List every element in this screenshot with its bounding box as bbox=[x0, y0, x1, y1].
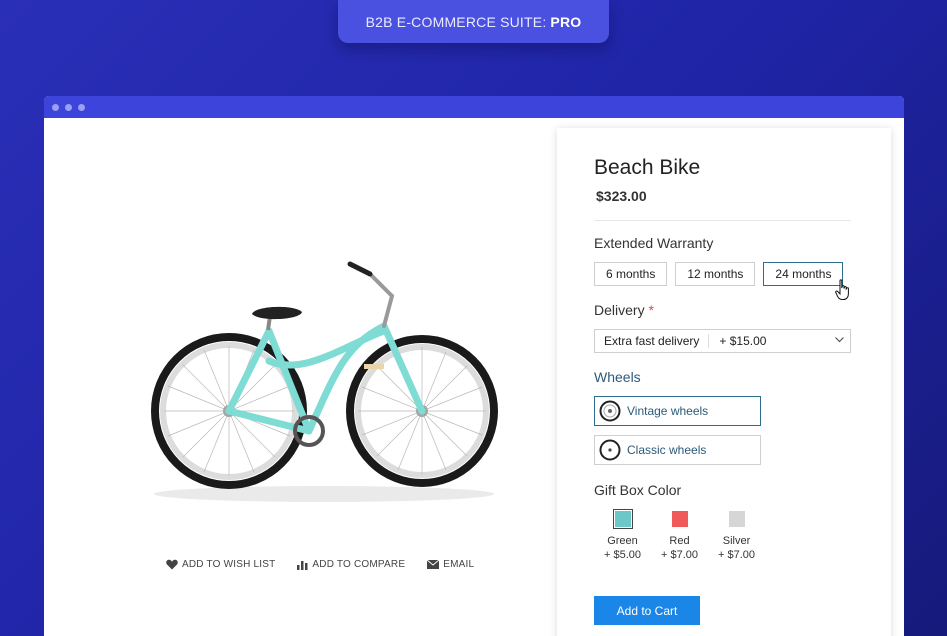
color-option-green[interactable]: Green + $5.00 bbox=[594, 509, 651, 561]
swatch-frame bbox=[727, 509, 747, 529]
wheel-option-classic-label: Classic wheels bbox=[627, 443, 707, 457]
wheel-option-classic[interactable]: Classic wheels bbox=[594, 435, 761, 465]
bike-illustration bbox=[151, 261, 498, 502]
bar-chart-icon bbox=[297, 560, 308, 570]
color-fee: + $7.00 bbox=[660, 549, 698, 561]
delivery-selected-option: Extra fast delivery bbox=[595, 334, 710, 348]
required-mark: * bbox=[648, 302, 654, 318]
product-price: $323.00 bbox=[596, 188, 647, 204]
product-options-panel: Beach Bike $323.00 Extended Warranty 6 m… bbox=[557, 128, 891, 636]
delivery-selected-fee: + $15.00 bbox=[719, 334, 767, 348]
window-titlebar bbox=[44, 96, 904, 118]
color-swatch-red bbox=[671, 511, 688, 527]
heart-icon bbox=[166, 559, 178, 570]
warranty-option-24-months[interactable]: 24 months bbox=[763, 262, 844, 286]
window-dot-icon bbox=[65, 103, 72, 111]
wheel-option-vintage-label: Vintage wheels bbox=[627, 404, 709, 418]
product-actions: ADD TO WISH LIST ADD TO COMPARE EMAIL bbox=[166, 559, 474, 570]
classic-wheel-icon bbox=[599, 439, 621, 461]
color-swatch-green bbox=[614, 511, 631, 527]
color-option-red[interactable]: Red + $7.00 bbox=[651, 509, 708, 561]
product-title: Beach Bike bbox=[594, 156, 701, 179]
warranty-option-6-months[interactable]: 6 months bbox=[594, 262, 668, 286]
swatch-frame bbox=[670, 509, 690, 529]
warranty-option-12-months[interactable]: 12 months bbox=[675, 262, 756, 286]
add-to-wishlist-label: ADD TO WISH LIST bbox=[182, 559, 276, 570]
badge-prefix: B2B E-COMMERCE SUITE: bbox=[365, 13, 547, 30]
add-to-compare-label: ADD TO COMPARE bbox=[312, 559, 406, 570]
chevron-down-icon bbox=[835, 337, 844, 343]
delivery-select[interactable]: Extra fast delivery + $15.00 bbox=[594, 329, 851, 353]
color-fee: + $5.00 bbox=[603, 549, 641, 561]
badge-edition: PRO bbox=[550, 13, 582, 30]
color-name: Silver bbox=[722, 535, 751, 547]
warranty-label: Extended Warranty bbox=[594, 235, 714, 251]
hand-cursor-icon bbox=[835, 279, 849, 300]
color-option-silver[interactable]: Silver + $7.00 bbox=[708, 509, 765, 561]
email-link[interactable]: EMAIL bbox=[427, 559, 474, 570]
gift-box-color-options: Green + $5.00 Red + $7.00 Silver + $7.00 bbox=[594, 509, 765, 561]
delivery-label: Delivery * bbox=[594, 302, 654, 318]
color-name: Green bbox=[607, 535, 638, 547]
window-dot-icon bbox=[52, 103, 59, 111]
envelope-icon bbox=[427, 560, 440, 569]
swatch-frame bbox=[612, 509, 633, 529]
delivery-label-text: Delivery bbox=[594, 302, 645, 318]
color-fee: + $7.00 bbox=[717, 549, 755, 561]
add-to-cart-button[interactable]: Add to Cart bbox=[594, 596, 700, 625]
product-image bbox=[144, 226, 504, 506]
add-to-compare-link[interactable]: ADD TO COMPARE bbox=[297, 559, 405, 570]
vintage-wheel-icon bbox=[599, 400, 621, 422]
wheels-label: Wheels bbox=[594, 369, 641, 385]
window-dot-icon bbox=[78, 103, 85, 111]
add-to-wishlist-link[interactable]: ADD TO WISH LIST bbox=[166, 559, 275, 570]
email-label: EMAIL bbox=[443, 559, 475, 570]
wheel-option-vintage[interactable]: Vintage wheels bbox=[594, 396, 761, 426]
browser-window: ADD TO WISH LIST ADD TO COMPARE EMAIL Be… bbox=[44, 96, 904, 636]
gift-box-label: Gift Box Color bbox=[594, 482, 682, 498]
color-swatch-silver bbox=[728, 511, 745, 527]
divider bbox=[594, 220, 851, 221]
warranty-options: 6 months 12 months 24 months bbox=[594, 262, 844, 286]
product-edition-badge: B2B E-COMMERCE SUITE: PRO bbox=[338, 0, 609, 43]
color-name: Red bbox=[669, 535, 690, 547]
